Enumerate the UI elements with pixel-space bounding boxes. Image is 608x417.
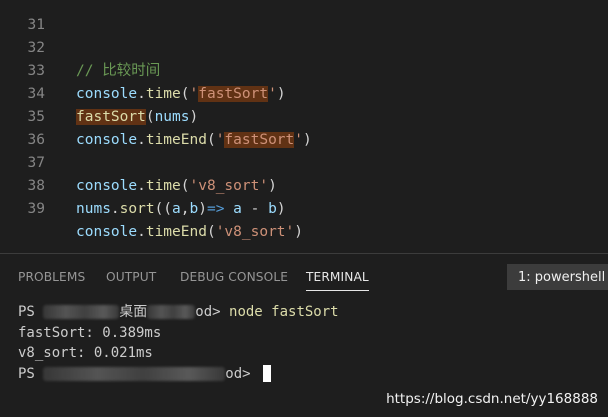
active-tab-indicator [306, 290, 369, 291]
prompt-path-fragment: 桌面 [119, 304, 148, 320]
terminal-line: v8_sort: 0.021ms [18, 345, 153, 361]
code-punctuation: ) [276, 201, 286, 217]
code-punctuation: . [137, 86, 146, 102]
code-identifier: nums [76, 201, 111, 217]
code-punctuation: ( [180, 178, 190, 194]
redacted-path [43, 366, 226, 381]
code-quote: ' [268, 86, 277, 102]
redacted-path [147, 305, 196, 319]
code-line: 31 [0, 0, 45, 33]
code-editor[interactable]: 31 32 // 比较时间 33 console.time('fastSort'… [0, 0, 608, 253]
tab-terminal[interactable]: TERMINAL [306, 270, 369, 284]
code-operator: - [241, 201, 269, 217]
tab-output[interactable]: OUTPUT [106, 270, 156, 284]
terminal-command: node fastSort [229, 304, 339, 320]
code-punctuation: ) [303, 132, 312, 148]
code-arrow-operator: => [206, 201, 225, 217]
line-number: 39 [27, 201, 45, 217]
prompt-prefix: PS [18, 304, 44, 320]
code-punctuation: . [137, 178, 146, 194]
prompt-suffix: od> [225, 365, 260, 382]
code-comment: // 比较时间 [76, 63, 161, 79]
code-quote: ' [189, 86, 199, 102]
code-punctuation: ) [294, 224, 303, 240]
code-quote: ' [294, 132, 303, 148]
terminal-line: PS od> [18, 364, 608, 385]
terminal-output[interactable]: PS 桌面 od> node fastSort fastSort: 0.389ms… [18, 302, 608, 384]
search-match-highlight: fastSort [76, 109, 146, 125]
code-punctuation: . [110, 201, 120, 217]
code-string: 'v8_sort' [189, 178, 269, 194]
code-punctuation: ) [276, 86, 286, 102]
panel-tabs: PROBLEMS OUTPUT DEBUG CONSOLE TERMINAL 1… [0, 254, 608, 298]
watermark: https://blog.csdn.net/yy168888 [386, 391, 598, 407]
code-punctuation: ) [198, 201, 207, 217]
code-punctuation: ( [206, 132, 216, 148]
code-line: 36 [0, 106, 45, 148]
code-line: 34 fastSort(nums) [0, 60, 198, 125]
code-punctuation: , [180, 201, 190, 217]
terminal-line: PS 桌面 od> node fastSort [18, 302, 608, 323]
code-line: 35 console.timeEnd('fastSort') [0, 83, 312, 148]
code-method: time [145, 86, 181, 102]
code-identifier: b [268, 201, 277, 217]
code-param: a [172, 201, 181, 217]
code-punctuation: . [137, 132, 146, 148]
terminal-line: fastSort: 0.389ms [18, 324, 162, 341]
code-line: 37 console.time('v8_sort') [0, 129, 277, 194]
code-identifier: console [76, 132, 138, 148]
code-punctuation: ( [145, 109, 155, 125]
code-method: timeEnd [145, 224, 207, 240]
tab-problems[interactable]: PROBLEMS [18, 270, 85, 284]
code-param: b [189, 201, 199, 217]
tab-debug-console[interactable]: DEBUG CONSOLE [180, 270, 288, 284]
code-identifier: console [76, 178, 138, 194]
bottom-panel: PROBLEMS OUTPUT DEBUG CONSOLE TERMINAL 1… [0, 253, 608, 417]
code-identifier: nums [154, 109, 190, 125]
code-identifier: console [76, 86, 138, 102]
code-method: time [145, 178, 181, 194]
code-punctuation: ( [180, 86, 190, 102]
prompt-prefix: PS [18, 365, 44, 382]
code-string: 'v8_sort' [215, 224, 295, 240]
code-line: 38 nums.sort((a,b)=> a - b) [0, 152, 286, 217]
code-line: 39 console.timeEnd('v8_sort') [0, 175, 303, 240]
terminal-cursor [263, 365, 272, 382]
code-line: 33 console.time('fastSort') [0, 37, 286, 102]
code-line: 32 // 比较时间 [0, 14, 161, 79]
prompt-suffix: od> [195, 304, 230, 320]
search-match-highlight: fastSort [224, 132, 295, 148]
code-punctuation: ) [189, 109, 199, 125]
code-identifier: console [76, 224, 138, 240]
terminal-selector-dropdown[interactable]: 1: powershell [507, 264, 608, 290]
search-match-highlight: fastSort [198, 86, 269, 102]
code-punctuation: ) [268, 178, 277, 194]
code-punctuation: . [137, 224, 146, 240]
code-method: timeEnd [145, 132, 207, 148]
redacted-path [43, 305, 120, 319]
code-identifier: a [224, 201, 242, 217]
code-punctuation: ( [206, 224, 216, 240]
code-punctuation: (( [154, 201, 173, 217]
code-method: sort [119, 201, 155, 217]
